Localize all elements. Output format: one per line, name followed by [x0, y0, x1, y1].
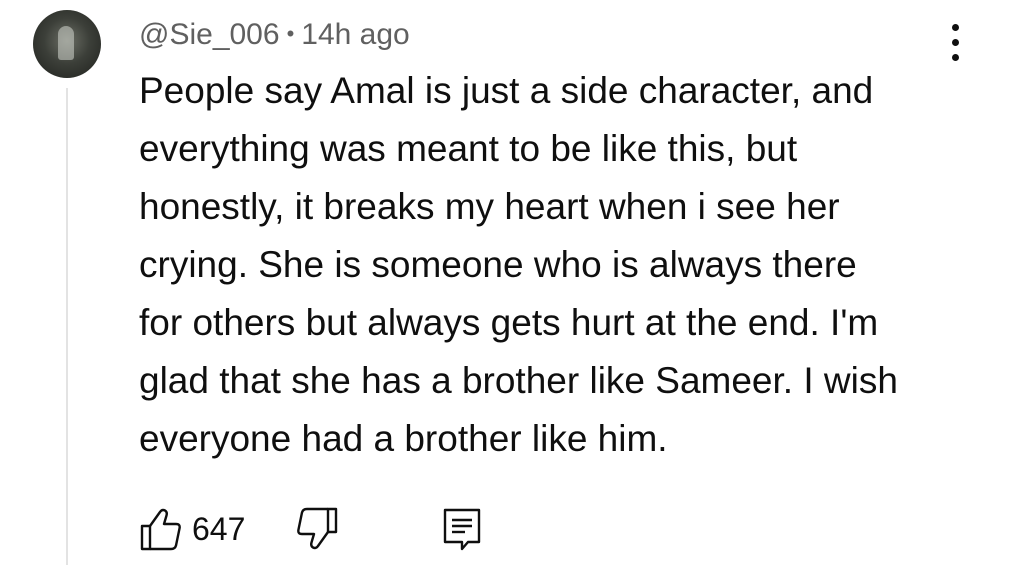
avatar-figure — [58, 26, 74, 60]
author-handle[interactable]: @Sie_006 — [139, 18, 280, 51]
like-button[interactable] — [137, 505, 185, 553]
thread-line — [66, 88, 68, 565]
comment-text-line: everything was meant to be like this, bu… — [139, 128, 798, 169]
comment-text-line: for others but always gets hurt at the e… — [139, 302, 879, 343]
dislike-button[interactable] — [293, 505, 341, 553]
avatar[interactable] — [33, 10, 101, 78]
comment-text-line: honestly, it breaks my heart when i see … — [139, 186, 840, 227]
more-vert-icon[interactable] — [940, 20, 970, 66]
menu-dot — [952, 24, 959, 31]
reply-button[interactable] — [438, 505, 486, 553]
thumbs-down-icon — [297, 507, 338, 550]
comment: @Sie_006 • 14h ago People say Amal is just… — [0, 0, 1024, 565]
thumbs-up-icon — [140, 508, 181, 551]
menu-dot — [952, 54, 959, 61]
comment-text-line: crying. She is someone who is always the… — [139, 244, 857, 285]
reply-comment-icon — [443, 508, 481, 551]
comment-text-line: everyone had a brother like him. — [139, 418, 668, 459]
menu-dot — [952, 39, 959, 46]
comment-text: People say Amal is just a side character… — [139, 62, 999, 468]
like-count: 647 — [192, 511, 246, 547]
comment-text-line: glad that she has a brother like Sameer.… — [139, 360, 898, 401]
comment-text-line: People say Amal is just a side character… — [139, 70, 874, 111]
meta-separator: • — [286, 21, 295, 46]
comment-timestamp[interactable]: 14h ago — [301, 18, 409, 51]
comment-header: @Sie_006 • 14h ago — [139, 16, 410, 53]
